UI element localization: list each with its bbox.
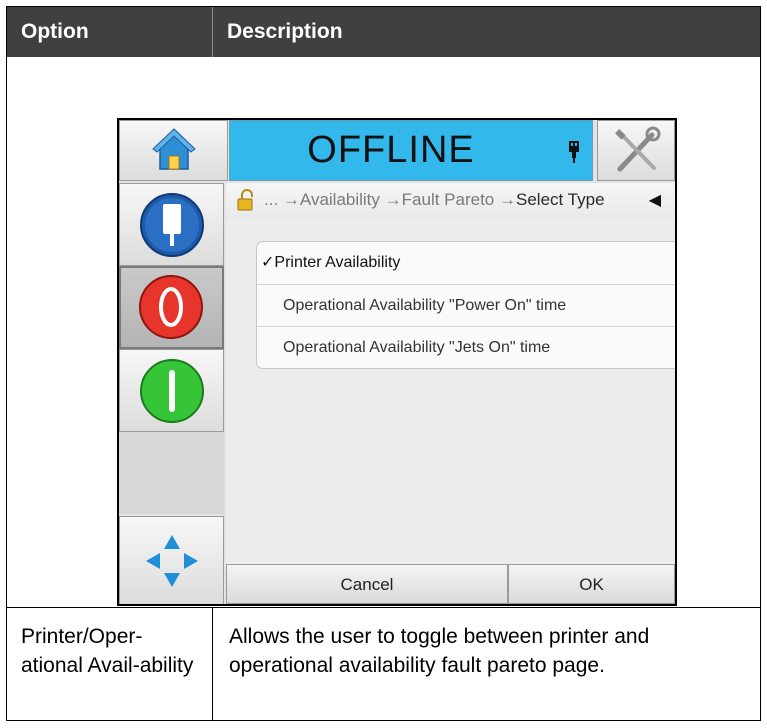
printer-screen: OFFLINE ... →Availability →Fault Pareto …	[117, 118, 677, 606]
ok-button[interactable]: OK	[508, 564, 675, 604]
list-item-printer-availability[interactable]: ✓Printer Availability	[257, 242, 675, 284]
table-header: Option Description	[7, 7, 760, 57]
start-icon	[140, 359, 204, 423]
navigation-arrows-icon	[146, 535, 198, 587]
navigation-button[interactable]	[119, 516, 224, 604]
usb-icon	[569, 141, 579, 163]
column-divider	[212, 608, 213, 721]
description-column-header: Description	[227, 20, 343, 43]
side-panel-empty	[119, 432, 224, 514]
content-area: ✓Printer Availability Operational Availa…	[226, 219, 675, 565]
padlock-icon[interactable]	[236, 189, 256, 211]
breadcrumb-prefix: ...	[264, 190, 279, 209]
back-arrow-icon[interactable]: ◀	[649, 190, 661, 210]
header-divider	[212, 7, 213, 57]
start-button[interactable]	[119, 349, 224, 432]
row-divider	[7, 607, 760, 608]
option-name: Printer/Oper-ational Avail-ability	[21, 625, 194, 677]
breadcrumb-current: Select Type	[516, 190, 605, 209]
check-mark-icon: ✓	[261, 254, 275, 271]
stop-icon	[139, 275, 203, 339]
printer-info-button[interactable]	[119, 183, 224, 266]
home-button[interactable]	[119, 120, 228, 181]
list-item-power-on-availability[interactable]: Operational Availability "Power On" time	[257, 284, 675, 326]
tools-button[interactable]	[597, 120, 675, 181]
breadcrumb-bar: ... →Availability →Fault Pareto →Select …	[226, 183, 675, 219]
status-bar: OFFLINE	[229, 120, 593, 181]
printer-info-icon	[140, 193, 204, 257]
tools-icon	[615, 126, 661, 172]
option-column-header: Option	[21, 20, 89, 43]
cancel-button[interactable]: Cancel	[226, 564, 508, 604]
breadcrumb: ... →Availability →Fault Pareto →Select …	[264, 190, 605, 209]
list-item-jets-on-availability[interactable]: Operational Availability "Jets On" time	[257, 326, 675, 368]
home-icon	[152, 128, 196, 170]
documentation-table: Option Description OFFLINE ... →Availabi…	[6, 6, 761, 721]
breadcrumb-item[interactable]: Availability	[300, 190, 380, 209]
breadcrumb-item[interactable]: Fault Pareto	[402, 190, 495, 209]
printer-status: OFFLINE	[307, 129, 475, 171]
option-description: Allows the user to toggle between printe…	[229, 625, 650, 677]
availability-type-list: ✓Printer Availability Operational Availa…	[256, 241, 675, 369]
stop-button[interactable]	[119, 266, 224, 349]
